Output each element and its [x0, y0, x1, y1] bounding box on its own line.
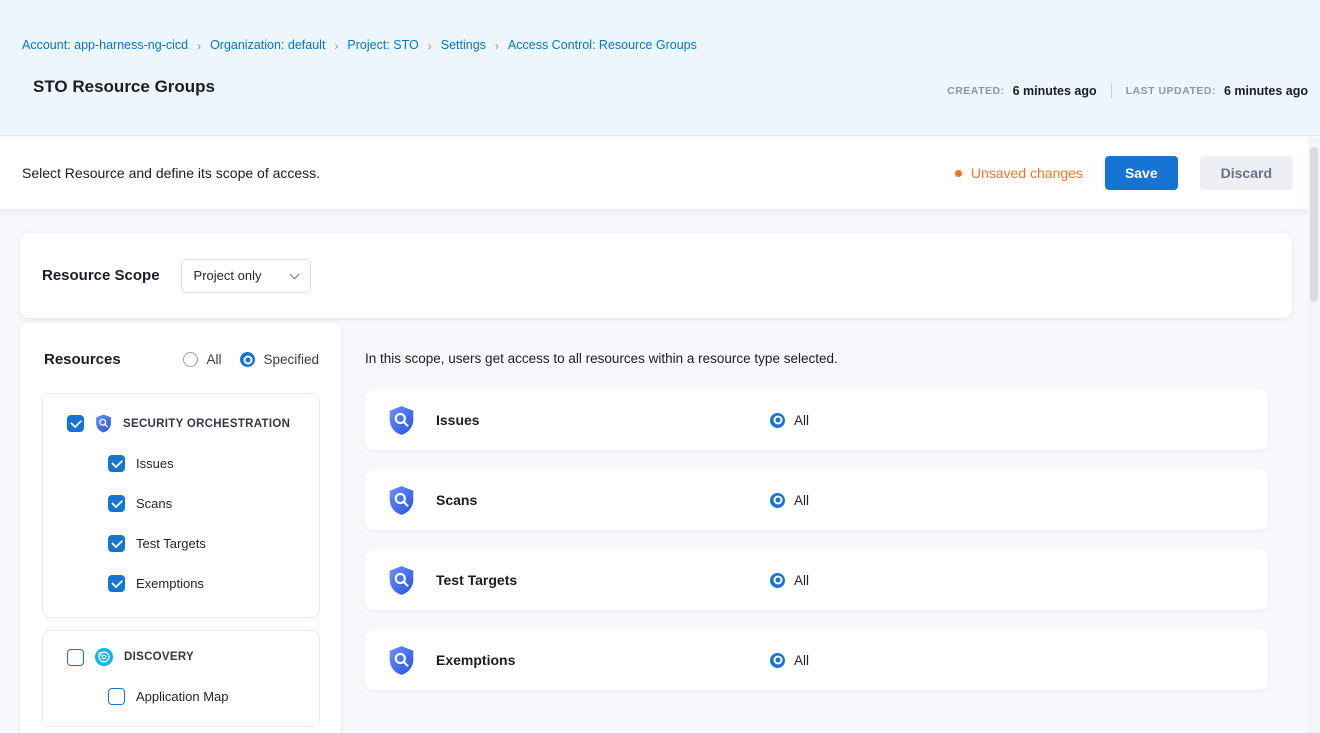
radio-specified[interactable]: Specified — [240, 352, 319, 367]
header-meta: CREATED: 6 minutes ago LAST UPDATED: 6 m… — [947, 83, 1308, 98]
toolbar-description: Select Resource and define its scope of … — [22, 165, 320, 181]
group-label: DISCOVERY — [124, 651, 194, 663]
resource-card-title: Test Targets — [436, 572, 517, 588]
radio-access-all[interactable]: All — [770, 653, 809, 668]
tree-item-test-targets: Test Targets — [43, 523, 319, 563]
resource-card-exemptions: Exemptions All — [365, 630, 1268, 690]
radio-all[interactable]: All — [183, 352, 221, 367]
radio-access-label: All — [794, 493, 809, 508]
last-updated-label: LAST UPDATED: — [1126, 85, 1216, 97]
shield-icon — [388, 485, 415, 516]
radio-access-all[interactable]: All — [770, 573, 809, 588]
resource-card-scans: Scans All — [365, 470, 1268, 530]
radio-on-icon — [770, 493, 785, 508]
resource-card-issues: Issues All — [365, 390, 1268, 450]
tree-item-label: Scans — [136, 496, 172, 511]
action-toolbar: Select Resource and define its scope of … — [0, 137, 1320, 209]
radio-on-icon — [770, 413, 785, 428]
resources-header: Resources All Specified — [44, 351, 319, 368]
checkbox-test-targets[interactable] — [108, 535, 125, 552]
group-children: Issues Scans Test Targets Exemptions — [43, 443, 319, 603]
tree-item-scans: Scans — [43, 483, 319, 523]
checkbox-exemptions[interactable] — [108, 575, 125, 592]
group-row-security-orchestration: SECURITY ORCHESTRATION — [43, 414, 319, 433]
unsaved-changes-label: Unsaved changes — [971, 165, 1083, 181]
resources-title: Resources — [44, 351, 121, 368]
breadcrumb-link-organization[interactable]: Organization: default — [210, 38, 325, 52]
resources-panel: Resources All Specified SECURITY ORCHEST… — [20, 323, 341, 733]
shield-icon — [388, 405, 415, 436]
resource-card-title: Issues — [436, 412, 480, 428]
shield-icon — [95, 414, 112, 433]
radio-on-icon — [770, 573, 785, 588]
unsaved-changes-indicator: Unsaved changes — [955, 165, 1083, 181]
breadcrumb-link-project[interactable]: Project: STO — [347, 38, 418, 52]
radio-access-label: All — [794, 653, 809, 668]
breadcrumb-link-account[interactable]: Account: app-harness-ng-cicd — [22, 38, 188, 52]
page-title: STO Resource Groups — [33, 77, 215, 97]
discovery-icon — [95, 648, 113, 666]
toolbar-actions: Unsaved changes Save Discard — [955, 156, 1293, 190]
resources-mode-radios: All Specified — [183, 352, 319, 367]
breadcrumb: Account: app-harness-ng-cicd › Organizat… — [22, 38, 697, 52]
group-row-discovery: DISCOVERY — [43, 648, 319, 666]
tree-item-exemptions: Exemptions — [43, 563, 319, 603]
chevron-down-icon — [289, 269, 299, 279]
save-button[interactable]: Save — [1105, 156, 1178, 190]
tree-item-label: Test Targets — [136, 536, 206, 551]
radio-on-icon — [770, 653, 785, 668]
checkbox-discovery[interactable] — [67, 649, 84, 666]
checkbox-scans[interactable] — [108, 495, 125, 512]
radio-off-icon — [183, 352, 198, 367]
resource-card-test-targets: Test Targets All — [365, 550, 1268, 610]
radio-access-all[interactable]: All — [770, 493, 809, 508]
radio-all-label: All — [206, 352, 221, 367]
shield-icon — [388, 645, 415, 676]
discard-button[interactable]: Discard — [1200, 156, 1293, 190]
radio-access-label: All — [794, 413, 809, 428]
checkbox-application-map[interactable] — [108, 688, 125, 705]
tree-item-label: Application Map — [136, 689, 229, 704]
tree-item-issues: Issues — [43, 443, 319, 483]
chevron-right-icon: › — [334, 39, 338, 52]
resource-card-title: Scans — [436, 492, 477, 508]
chevron-right-icon: › — [197, 39, 201, 52]
vertical-scrollbar-track[interactable] — [1308, 137, 1320, 733]
resource-group-security-orchestration: SECURITY ORCHESTRATION Issues Scans Test… — [42, 393, 320, 618]
last-updated-value: 6 minutes ago — [1224, 84, 1308, 98]
resource-scope-card: Resource Scope Project only — [20, 233, 1292, 318]
scope-info-text: In this scope, users get access to all r… — [365, 351, 838, 366]
breadcrumb-link-settings[interactable]: Settings — [441, 38, 486, 52]
group-children: Application Map — [43, 676, 319, 716]
breadcrumb-link-resource-groups[interactable]: Access Control: Resource Groups — [508, 38, 697, 52]
unsaved-dot-icon — [955, 170, 962, 177]
created-value: 6 minutes ago — [1013, 84, 1097, 98]
radio-specified-label: Specified — [263, 352, 319, 367]
tree-item-application-map: Application Map — [43, 676, 319, 716]
resource-scope-selected-value: Project only — [194, 268, 262, 283]
radio-access-all[interactable]: All — [770, 413, 809, 428]
resource-scope-title: Resource Scope — [42, 267, 160, 284]
chevron-right-icon: › — [495, 39, 499, 52]
meta-divider — [1111, 83, 1112, 98]
created-label: CREATED: — [947, 85, 1004, 97]
shield-icon — [388, 565, 415, 596]
resource-scope-select[interactable]: Project only — [181, 259, 311, 293]
group-label: SECURITY ORCHESTRATION — [123, 418, 290, 430]
radio-on-icon — [240, 352, 255, 367]
checkbox-security-orchestration[interactable] — [67, 415, 84, 432]
checkbox-issues[interactable] — [108, 455, 125, 472]
resource-card-title: Exemptions — [436, 652, 515, 668]
radio-access-label: All — [794, 573, 809, 588]
page-header: Account: app-harness-ng-cicd › Organizat… — [0, 0, 1320, 136]
resource-group-discovery: DISCOVERY Application Map — [42, 630, 320, 727]
vertical-scrollbar-thumb[interactable] — [1310, 147, 1318, 302]
tree-item-label: Exemptions — [136, 576, 204, 591]
tree-item-label: Issues — [136, 456, 174, 471]
chevron-right-icon: › — [428, 39, 432, 52]
